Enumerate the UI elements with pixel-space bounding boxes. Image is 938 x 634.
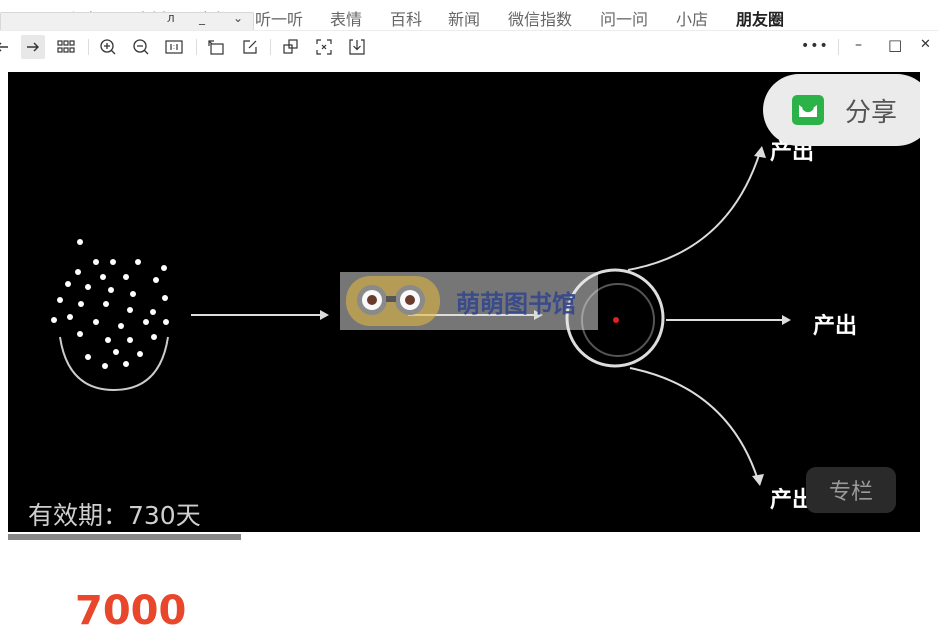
close-icon[interactable]: ✕: [920, 37, 931, 52]
watermark: 萌萌图书馆: [340, 272, 598, 330]
particle-cluster: [51, 239, 169, 369]
forward-icon[interactable]: [21, 35, 45, 59]
copy-icon[interactable]: [279, 35, 303, 59]
actual-size-icon[interactable]: [162, 35, 186, 59]
nav-shop[interactable]: 小店: [676, 6, 708, 30]
collapse-icon[interactable]: ⌄: [233, 11, 243, 25]
toolbar-divider: [838, 39, 839, 55]
share-label: 分享: [845, 98, 898, 128]
nav-baike[interactable]: 百科: [390, 6, 422, 30]
validity-text: 有效期：730天: [28, 501, 201, 530]
nav-emoji[interactable]: 表情: [330, 6, 362, 30]
image-progress-track: [8, 532, 920, 542]
download-icon[interactable]: [345, 35, 369, 59]
cluster-arc: [59, 336, 169, 392]
zoom-in-icon[interactable]: [96, 35, 120, 59]
price-partial: 7000: [75, 588, 187, 634]
zoom-out-icon[interactable]: [129, 35, 153, 59]
output-label-middle: 产出: [813, 314, 858, 339]
mini-window-bar: ᴫ _ ⌄: [0, 11, 254, 32]
toolbar-divider: [196, 39, 197, 55]
nav-listen[interactable]: 听一听: [255, 6, 303, 30]
back-icon[interactable]: [0, 35, 14, 59]
share-icon: [792, 95, 824, 125]
rotate-icon[interactable]: [204, 35, 228, 59]
core-red-dot: [613, 317, 619, 323]
scan-icon[interactable]: [312, 35, 336, 59]
share-button[interactable]: 分享: [763, 74, 920, 146]
grid-icon[interactable]: [54, 35, 78, 59]
column-badge: 专栏: [806, 467, 896, 513]
nav-moments[interactable]: 朋友圈: [736, 6, 784, 30]
image-progress-fill: [8, 534, 241, 540]
viewer-toolbar: ••• – □ ✕: [0, 30, 938, 63]
minimize-button[interactable]: _: [199, 11, 205, 25]
watermark-text: 萌萌图书馆: [456, 290, 576, 318]
minimize-icon[interactable]: –: [855, 37, 862, 53]
toolbar-divider: [270, 39, 271, 55]
nav-news[interactable]: 新闻: [448, 6, 480, 30]
toolbar-divider: [88, 39, 89, 55]
more-icon[interactable]: •••: [801, 38, 829, 54]
nav-ask[interactable]: 问一问: [600, 6, 648, 30]
minion-logo: [346, 276, 440, 326]
viewed-image[interactable]: 产出 产出 产出 分享 萌萌图书馆 有效期：730天 专栏: [8, 72, 920, 532]
edit-icon[interactable]: [238, 35, 262, 59]
maximize-icon[interactable]: □: [888, 36, 902, 54]
pin-icon[interactable]: ᴫ: [167, 11, 175, 25]
arrow-head: [320, 310, 329, 320]
nav-wechat-index[interactable]: 微信指数: [508, 6, 572, 30]
